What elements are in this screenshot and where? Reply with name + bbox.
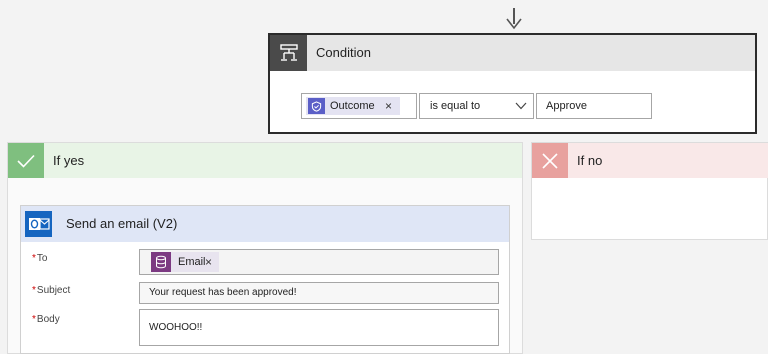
if-yes-title: If yes: [53, 153, 85, 168]
condition-title: Condition: [316, 45, 371, 60]
condition-header[interactable]: Condition: [270, 35, 755, 71]
condition-operator-select[interactable]: is equal to: [419, 93, 534, 119]
if-no-title: If no: [577, 153, 603, 168]
to-label: *To: [32, 253, 47, 264]
email-token-label: Email: [178, 256, 206, 268]
outcome-token-remove-icon[interactable]: ×: [385, 97, 392, 115]
send-email-header[interactable]: Send an email (V2): [21, 206, 509, 242]
to-required-marker: *: [32, 253, 36, 264]
arrow-down-icon: [506, 18, 522, 30]
close-icon: [532, 143, 568, 178]
email-token-remove-icon[interactable]: ×: [205, 252, 212, 272]
send-email-action-card[interactable]: Send an email (V2) *To Email × *Subject …: [20, 205, 510, 354]
checkmark-icon: [8, 143, 44, 178]
email-token[interactable]: Email ×: [151, 252, 219, 272]
condition-operand-field[interactable]: Outcome ×: [301, 93, 417, 119]
body-required-marker: *: [32, 314, 36, 325]
subject-label-text: Subject: [36, 285, 71, 296]
outcome-token[interactable]: Outcome ×: [306, 97, 400, 115]
body-label-text: Body: [36, 314, 60, 325]
to-field[interactable]: Email ×: [139, 249, 499, 275]
chevron-down-icon: [515, 102, 527, 110]
body-label: *Body: [32, 314, 60, 325]
send-email-title: Send an email (V2): [66, 216, 178, 231]
outcome-token-label: Outcome: [330, 100, 375, 112]
if-no-branch: If no: [531, 142, 768, 240]
body-input[interactable]: WOOHOO!!: [139, 309, 499, 346]
database-icon: [151, 252, 171, 272]
condition-icon: [270, 35, 307, 71]
to-label-text: To: [36, 253, 48, 264]
condition-value-input[interactable]: Approve: [536, 93, 652, 119]
if-yes-header[interactable]: If yes: [8, 143, 522, 178]
subject-input[interactable]: Your request has been approved!: [139, 282, 499, 304]
outlook-icon: [25, 211, 52, 237]
subject-label: *Subject: [32, 285, 70, 296]
if-no-header[interactable]: If no: [532, 143, 768, 178]
condition-operator-value: is equal to: [430, 100, 481, 112]
subject-required-marker: *: [32, 285, 36, 296]
condition-card[interactable]: Condition Outcome × is equal to Approve: [268, 33, 757, 134]
approval-icon: [308, 98, 325, 114]
